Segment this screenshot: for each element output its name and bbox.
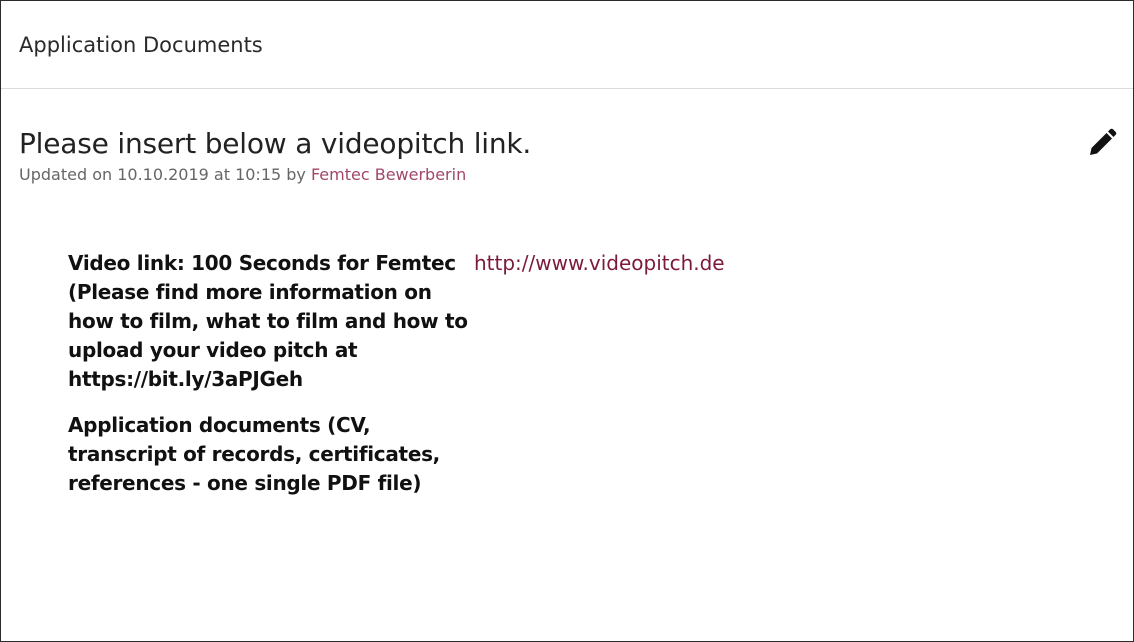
updated-text: Updated on 10.10.2019 at 10:15 by bbox=[19, 165, 311, 184]
video-link[interactable]: http://www.videopitch.de bbox=[474, 251, 725, 275]
question-title: Please insert below a videopitch link. bbox=[19, 127, 532, 160]
field-label-application-documents: Application documents (CV, transcript of… bbox=[68, 413, 440, 495]
question-meta: Updated on 10.10.2019 at 10:15 by Femtec… bbox=[19, 164, 1133, 186]
field-row-video-link: Video link: 100 Seconds for Femtec (Plea… bbox=[68, 249, 1108, 394]
panel-header: Application Documents bbox=[1, 1, 1133, 89]
question-block: Please insert below a videopitch link. U… bbox=[19, 125, 1133, 186]
field-row-application-documents: Application documents (CV, transcript of… bbox=[68, 411, 1108, 498]
field-list: Video link: 100 Seconds for Femtec (Plea… bbox=[68, 249, 1108, 515]
panel-title: Application Documents bbox=[19, 32, 263, 57]
field-value-video-link: http://www.videopitch.de bbox=[474, 249, 725, 394]
pencil-icon bbox=[1090, 128, 1117, 155]
edit-button[interactable] bbox=[1087, 128, 1117, 158]
field-label-video-link: Video link: 100 Seconds for Femtec (Plea… bbox=[68, 251, 468, 391]
author-link[interactable]: Femtec Bewerberin bbox=[311, 165, 466, 184]
application-documents-panel: Application Documents Please insert belo… bbox=[0, 0, 1134, 642]
